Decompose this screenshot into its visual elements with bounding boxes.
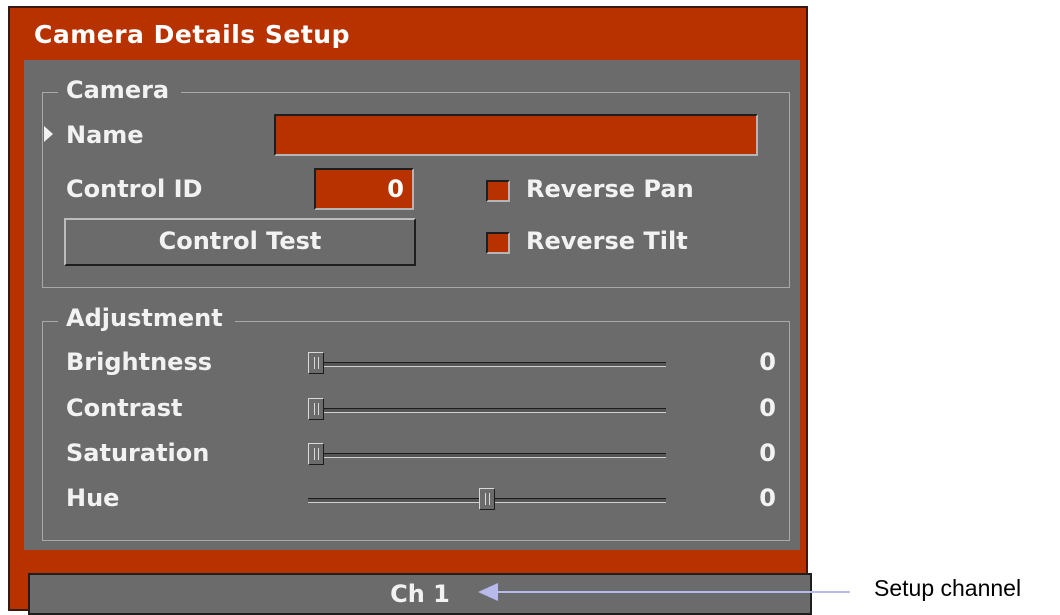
annotation-arrow-line	[492, 591, 850, 593]
slider-track[interactable]	[308, 443, 666, 465]
slider-value: 0	[759, 439, 776, 467]
slider-thumb[interactable]	[479, 488, 495, 510]
adjustment-group-title: Adjustment	[58, 304, 235, 332]
control-test-button[interactable]: Control Test	[64, 218, 416, 266]
slider-label: Brightness	[66, 348, 213, 376]
slider-label: Saturation	[66, 439, 210, 467]
camera-details-dialog: Camera Details Setup Camera Name Control…	[8, 6, 812, 615]
control-id-label: Control ID	[66, 175, 203, 203]
slider-track[interactable]	[308, 352, 666, 374]
slider-track[interactable]	[308, 488, 666, 510]
name-field[interactable]	[274, 114, 758, 156]
dialog-title: Camera Details Setup	[34, 20, 350, 49]
annotation-arrow-icon	[478, 583, 498, 601]
settings-panel: Camera Name Control ID 0 Control Test Re…	[24, 60, 800, 550]
slider-thumb[interactable]	[308, 398, 324, 420]
slider-value: 0	[759, 484, 776, 512]
selection-pointer-icon	[44, 126, 53, 142]
slider-thumb[interactable]	[308, 443, 324, 465]
reverse-tilt-checkbox[interactable]	[486, 232, 510, 254]
reverse-pan-label: Reverse Pan	[526, 175, 694, 203]
slider-label: Hue	[66, 484, 120, 512]
reverse-pan-checkbox[interactable]	[486, 180, 510, 202]
slider-value: 0	[759, 348, 776, 376]
slider-track[interactable]	[308, 398, 666, 420]
control-id-field[interactable]: 0	[314, 168, 414, 210]
slider-label: Contrast	[66, 394, 183, 422]
name-label: Name	[66, 121, 144, 149]
slider-value: 0	[759, 394, 776, 422]
annotation-label: Setup channel	[874, 575, 1022, 601]
channel-status-bar: Ch 1	[28, 573, 812, 615]
reverse-tilt-label: Reverse Tilt	[526, 227, 688, 255]
slider-thumb[interactable]	[308, 352, 324, 374]
camera-group-title: Camera	[58, 76, 182, 104]
